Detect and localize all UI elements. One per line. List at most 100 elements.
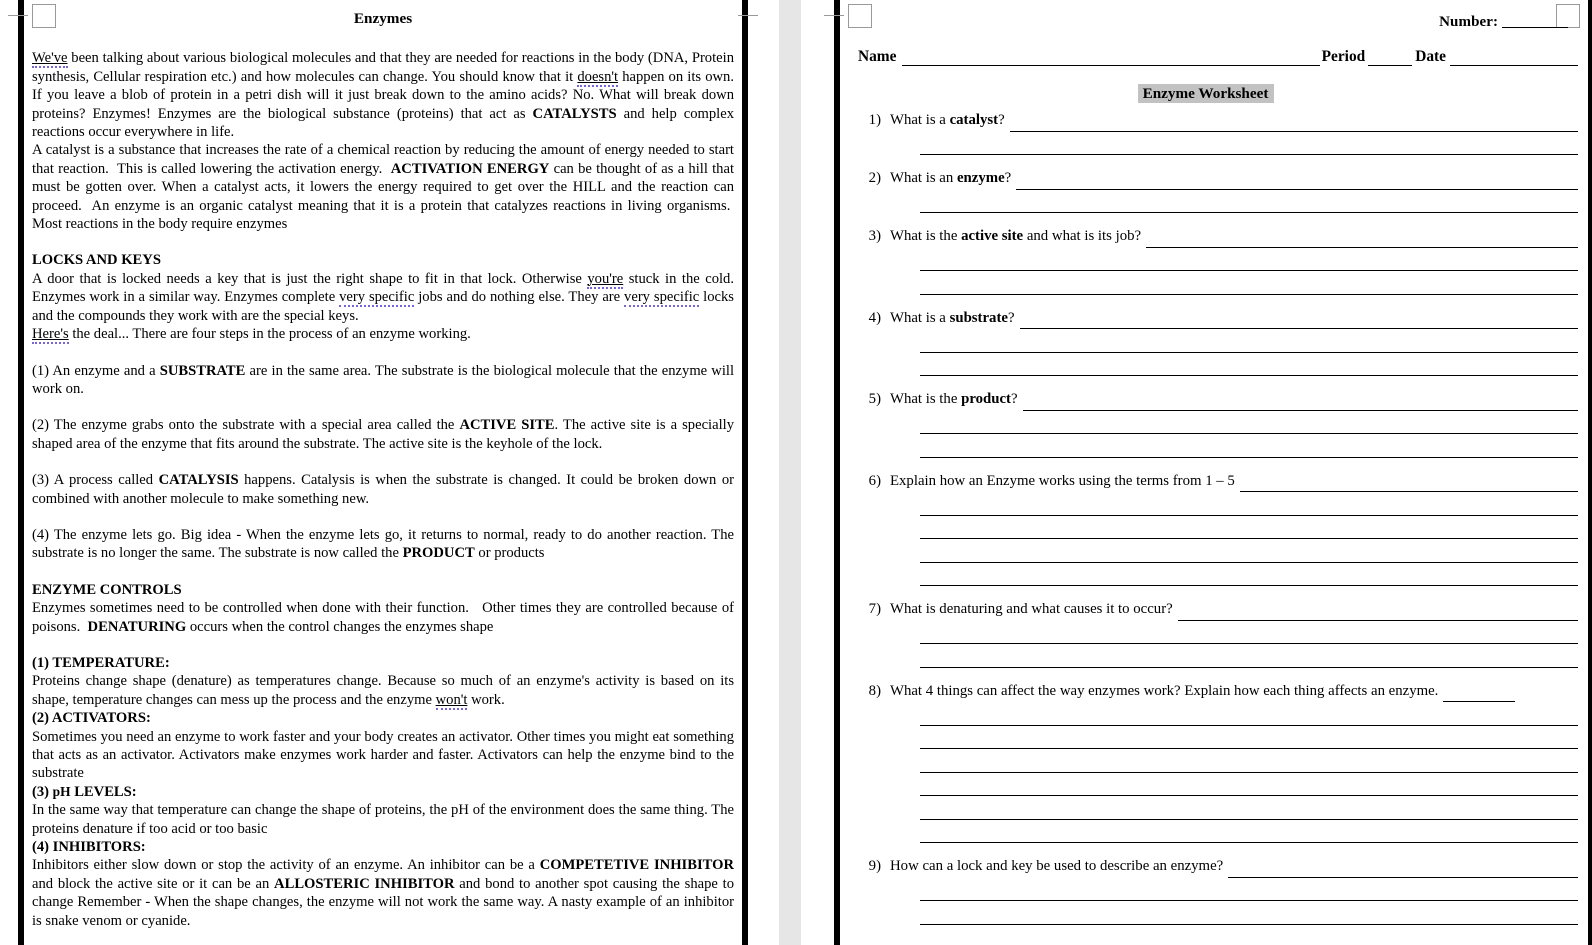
paragraph-catalyst-definition: A catalyst is a substance that increases…: [32, 142, 734, 233]
notes-content: Enzymes We've been talking about various…: [32, 10, 734, 945]
heading-temperature: (1) TEMPERATURE:: [32, 654, 170, 671]
paragraph-step-2: (2) The enzyme grabs onto the substrate …: [32, 417, 734, 452]
question-number: 8): [868, 682, 881, 699]
answer-blank[interactable]: [920, 190, 1578, 213]
question-number: 2): [868, 170, 881, 186]
paragraph-ph-levels: In the same way that temperature can cha…: [32, 802, 734, 837]
paragraph-locks-and-keys: A door that is locked needs a key that i…: [32, 270, 734, 324]
answer-blank[interactable]: [920, 411, 1578, 434]
answer-blank[interactable]: [1177, 602, 1578, 621]
answer-blank[interactable]: [1146, 229, 1578, 248]
question-label: What is a substrate?: [890, 309, 1015, 326]
name-period-date-row: Name Period Date: [850, 48, 1578, 66]
margin-corner-arm-left: [824, 15, 844, 16]
question-number: 3): [868, 228, 881, 244]
answer-blank[interactable]: [1019, 310, 1578, 329]
answer-blank[interactable]: [1016, 171, 1578, 190]
answer-blank[interactable]: [920, 820, 1578, 843]
answer-blank[interactable]: [1239, 473, 1578, 492]
answer-blank[interactable]: [920, 563, 1578, 586]
answer-blank[interactable]: [920, 329, 1578, 353]
heading-activators: (2) ACTIVATORS:: [32, 710, 151, 727]
heading-enzyme-controls: ENZYME CONTROLS: [32, 581, 182, 598]
answer-blank[interactable]: [920, 773, 1578, 796]
question-label: Explain how an Enzyme works using the te…: [890, 472, 1235, 489]
answer-blank[interactable]: [920, 901, 1578, 925]
paragraph-step-1: (1) An enzyme and a SUBSTRATE are in the…: [32, 362, 734, 397]
paragraph-four-steps-lead: Here's the deal... There are four steps …: [32, 326, 471, 345]
question-body: Explain how an Enzyme works using the te…: [890, 470, 1578, 586]
margin-corner-arm-left: [8, 15, 28, 16]
answer-blank[interactable]: [920, 434, 1578, 458]
question-item-2: 2) What is an enzyme?: [850, 167, 1578, 213]
answer-blank[interactable]: [920, 621, 1578, 644]
question-item-8: 8) What 4 things can affect the way enzy…: [850, 680, 1578, 843]
paragraph-temperature: Proteins change shape (denature) as temp…: [32, 673, 734, 710]
date-blank[interactable]: [1450, 65, 1578, 66]
question-body: What is denaturing and what causes it to…: [890, 598, 1578, 668]
page-gutter: [779, 0, 801, 945]
worksheet-content: Number: Name Period Date Enzyme Workshee…: [850, 0, 1578, 945]
answer-blank[interactable]: [920, 132, 1578, 155]
question-label: What is denaturing and what causes it to…: [890, 601, 1173, 617]
question-body: How can a lock and key be used to descri…: [890, 855, 1578, 945]
answer-blank[interactable]: [920, 353, 1578, 376]
question-body: What is a catalyst?: [890, 109, 1578, 155]
period-label: Period: [1321, 48, 1366, 65]
question-label: What is a catalyst?: [890, 112, 1005, 128]
answer-blank[interactable]: [920, 516, 1578, 539]
question-body: What is the product?: [890, 388, 1578, 458]
period-blank[interactable]: [1368, 65, 1413, 66]
question-label: What is the product?: [890, 391, 1018, 407]
answer-blank[interactable]: [920, 796, 1578, 820]
question-item-3: 3) What is the active site and what is i…: [850, 225, 1578, 295]
paragraph-step-3: (3) A process called CATALYSIS happens. …: [32, 472, 734, 507]
question-body: What is an enzyme?: [890, 167, 1578, 213]
heading-locks-and-keys: LOCKS AND KEYS: [32, 252, 161, 269]
paragraph-enzyme-controls: Enzymes sometimes need to be controlled …: [32, 600, 734, 635]
question-item-5: 5) What is the product?: [850, 388, 1578, 458]
answer-blank[interactable]: [1009, 113, 1578, 132]
heading-ph-levels: (3) pH LEVELS:: [32, 783, 137, 800]
question-label: How can a lock and key be used to descri…: [890, 858, 1224, 874]
answer-blank[interactable]: [1443, 683, 1516, 702]
question-number: 9): [868, 858, 881, 874]
right-page-enzyme-worksheet[interactable]: Number: Name Period Date Enzyme Workshee…: [824, 0, 1592, 945]
answer-blank[interactable]: [1022, 392, 1578, 411]
answer-blank[interactable]: [920, 644, 1578, 668]
number-label: Number:: [1439, 14, 1499, 30]
two-page-document-workspace: Enzymes We've been talking about various…: [0, 0, 1592, 945]
answer-blank[interactable]: [920, 878, 1578, 901]
answer-blank[interactable]: [920, 702, 1578, 726]
paragraph-activators: Sometimes you need an enzyme to work fas…: [32, 728, 734, 782]
answer-blank[interactable]: [920, 749, 1578, 773]
number-blank[interactable]: [1502, 27, 1568, 28]
answer-blank[interactable]: [920, 726, 1578, 749]
left-page-enzymes-notes[interactable]: Enzymes We've been talking about various…: [8, 0, 758, 945]
date-label: Date: [1415, 48, 1446, 65]
question-item-7: 7) What is denaturing and what causes it…: [850, 598, 1578, 668]
question-list: 1) What is a catalyst? 2) What is an enz…: [850, 109, 1578, 945]
question-body: What is a substrate?: [890, 307, 1578, 376]
answer-blank[interactable]: [920, 925, 1578, 945]
worksheet-title-row: Enzyme Worksheet: [850, 84, 1578, 103]
paragraph-intro: We've been talking about various biologi…: [32, 50, 734, 141]
paragraph-inhibitors: Inhibitors either slow down or stop the …: [32, 857, 734, 929]
answer-blank[interactable]: [920, 271, 1578, 295]
question-number: 5): [868, 391, 881, 407]
paragraph-step-4: (4) The enzyme lets go. Big idea - When …: [32, 526, 734, 562]
notes-title: Enzymes: [353, 10, 413, 27]
name-blank[interactable]: [902, 50, 1320, 66]
answer-blank[interactable]: [920, 539, 1578, 563]
name-label: Name: [858, 48, 897, 65]
heading-inhibitors: (4) INHIBITORS:: [32, 839, 146, 856]
question-item-6: 6) Explain how an Enzyme works using the…: [850, 470, 1578, 586]
question-item-4: 4) What is a substrate?: [850, 307, 1578, 376]
answer-blank[interactable]: [920, 248, 1578, 271]
answer-blank[interactable]: [1228, 859, 1578, 878]
question-item-9: 9) How can a lock and key be used to des…: [850, 855, 1578, 945]
number-field-row: Number:: [850, 0, 1578, 31]
margin-corner-arm-right: [738, 15, 758, 16]
answer-blank[interactable]: [920, 492, 1578, 516]
question-number: 6): [868, 472, 881, 489]
